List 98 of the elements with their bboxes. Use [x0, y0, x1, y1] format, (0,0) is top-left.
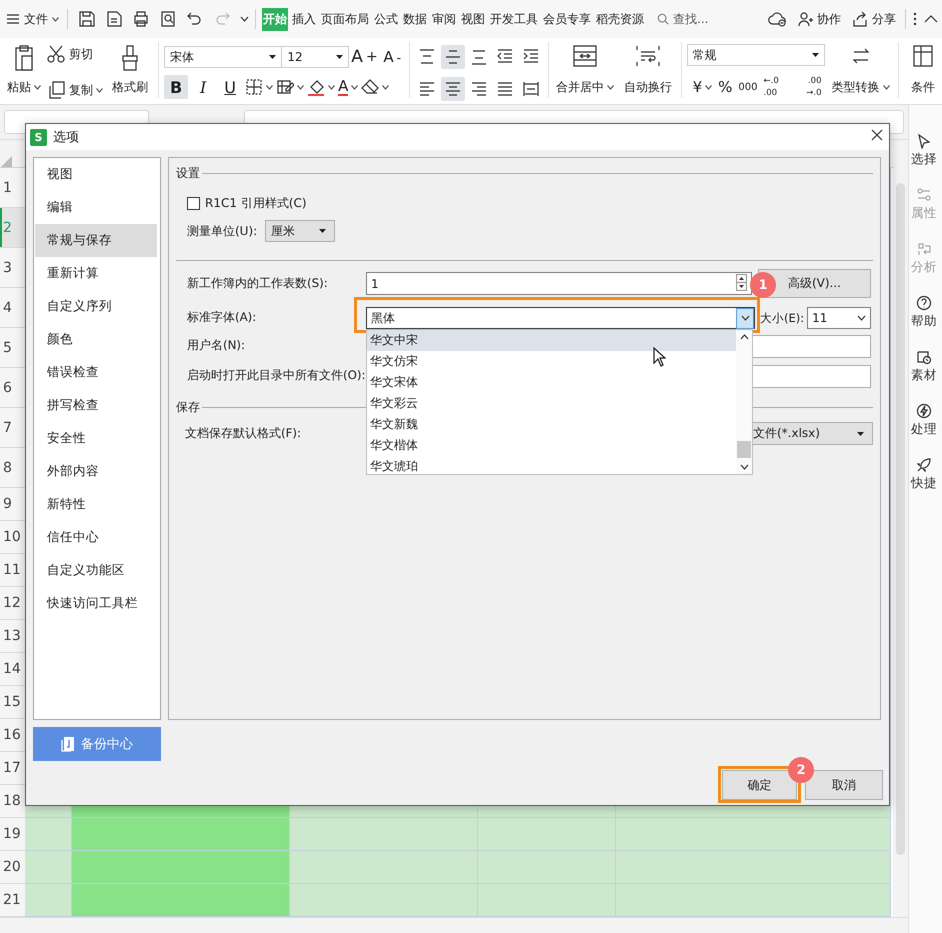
menu-tab[interactable]: 插入 — [291, 8, 317, 30]
file-menu[interactable]: 文件 — [4, 8, 61, 30]
row-header[interactable]: 20 — [0, 851, 25, 884]
side-panel-item[interactable]: 选择 — [911, 133, 937, 168]
field-label: 大小(E): — [760, 310, 804, 326]
field-label: 用户名(N): — [187, 338, 246, 354]
decrease-decimal-button[interactable]: .00 →.0 — [796, 76, 822, 98]
font-combo[interactable]: 黑体 — [366, 307, 755, 329]
font-option[interactable]: 华文琥珀 — [367, 456, 736, 477]
row-header[interactable]: 14 — [0, 653, 25, 686]
italic-button[interactable]: I — [191, 75, 216, 99]
nav-item[interactable]: 视图 — [35, 158, 157, 191]
underline-button[interactable]: U — [218, 75, 242, 99]
nav-item[interactable]: 新特性 — [35, 488, 157, 521]
field-label: 新工作簿内的工作表数(S): — [187, 276, 329, 292]
unit-select[interactable]: 厘米 — [265, 220, 336, 242]
dialog-title: 选项 — [53, 129, 79, 146]
increase-decimal-button[interactable]: ←.0 .00 — [764, 76, 790, 98]
row-header[interactable]: 1 — [0, 168, 25, 208]
row-header[interactable]: 16 — [0, 719, 25, 752]
nav-item[interactable]: 拼写检查 — [35, 389, 157, 422]
row-header[interactable]: 19 — [0, 818, 25, 851]
nav-item[interactable]: 编辑 — [35, 191, 157, 224]
row-header[interactable]: 7 — [0, 408, 25, 448]
step-badge: 2 — [788, 757, 814, 783]
wrap-text-button[interactable]: 自动换行 — [620, 42, 676, 100]
nav-item[interactable]: 常规与保存 — [35, 224, 157, 257]
font-option[interactable]: 华文中宋 — [367, 330, 736, 351]
conditional-format-button[interactable]: 条件 — [904, 42, 942, 100]
collaborate-button[interactable]: 协作 — [795, 8, 843, 30]
currency-button[interactable]: ¥ — [692, 78, 712, 96]
menu-tab[interactable]: 公式 — [373, 8, 399, 30]
row-header[interactable]: 15 — [0, 686, 25, 719]
thousands-button[interactable]: 000 — [738, 82, 758, 92]
cut-button[interactable]: 剪切 — [46, 44, 108, 64]
menu-tab[interactable]: 开发工具 — [489, 8, 539, 30]
menu-tab[interactable]: 审阅 — [431, 8, 457, 30]
font-option[interactable]: 华文彩云 — [367, 393, 736, 414]
font-select[interactable]: 宋体 — [164, 46, 282, 68]
copy-button[interactable]: 复制 — [46, 80, 108, 100]
row-header[interactable]: 6 — [0, 368, 25, 408]
row-header[interactable]: 5 — [0, 328, 25, 368]
row-header[interactable]: 18 — [0, 785, 25, 818]
nav-item[interactable]: 信任中心 — [35, 521, 157, 554]
nav-item[interactable]: 外部内容 — [35, 455, 157, 488]
row-header[interactable]: 17 — [0, 752, 25, 785]
size-select[interactable]: 11 — [807, 307, 871, 329]
bold-button[interactable]: B — [164, 75, 188, 99]
format-painter-button[interactable]: 格式刷 — [107, 42, 154, 100]
menu-tab[interactable]: 稻壳资源 — [595, 8, 645, 30]
nav-item[interactable]: 安全性 — [35, 422, 157, 455]
field-label: 文档保存默认格式(F): — [185, 426, 302, 442]
number-format-select[interactable]: 常规 — [686, 44, 825, 66]
font-size-select[interactable]: 12 — [281, 46, 348, 68]
number-field[interactable]: 1 — [366, 272, 752, 295]
merge-center-button[interactable]: 合并居中 — [554, 42, 616, 100]
font-option[interactable]: 华文新魏 — [367, 414, 736, 435]
cancel-button[interactable]: 取消 — [805, 770, 883, 800]
section-heading: 设置 — [176, 164, 200, 182]
row-header[interactable]: 8 — [0, 448, 25, 488]
nav-item[interactable]: 颜色 — [35, 323, 157, 356]
nav-item[interactable]: 错误检查 — [35, 356, 157, 389]
ok-button[interactable]: 确定 — [722, 770, 797, 800]
row-header[interactable]: 3 — [0, 248, 25, 288]
percent-button[interactable]: % — [718, 78, 732, 96]
row-header[interactable]: 12 — [0, 587, 25, 620]
row-header[interactable]: 9 — [0, 488, 25, 521]
side-panel-item[interactable]: 素材 — [911, 349, 937, 384]
field-label: 标准字体(A): — [187, 310, 258, 326]
row-header[interactable]: 21 — [0, 884, 25, 917]
share-button[interactable]: 分享 — [850, 8, 898, 30]
nav-item[interactable]: 自定义序列 — [35, 290, 157, 323]
nav-item[interactable]: 重新计算 — [35, 257, 157, 290]
search-field[interactable]: 查找... — [657, 12, 733, 26]
paste-button[interactable]: 粘贴 — [4, 42, 44, 100]
field-label: 启动时打开此目录中所有文件(O): — [187, 368, 366, 384]
app-logo: S — [30, 128, 47, 146]
menu-tab[interactable]: 会员专享 — [542, 8, 592, 30]
side-panel-item[interactable]: 处理 — [911, 403, 937, 438]
menu-tab[interactable]: 视图 — [460, 8, 486, 30]
font-color-button[interactable]: A — [338, 78, 358, 96]
side-panel-item[interactable]: 帮助 — [911, 295, 937, 330]
type-convert-button[interactable]: 类型转换 — [828, 42, 893, 100]
row-header[interactable]: 10 — [0, 521, 25, 554]
side-panel-item[interactable]: 快捷 — [911, 457, 937, 492]
row-header[interactable]: 13 — [0, 620, 25, 653]
nav-item[interactable]: 快速访问工具栏 — [35, 587, 157, 620]
font-option[interactable]: 华文宋体 — [367, 372, 736, 393]
field-label: 测量单位(U): — [187, 222, 258, 240]
font-option[interactable]: 华文楷体 — [367, 435, 736, 456]
menu-tab[interactable]: 页面布局 — [320, 8, 370, 30]
menu-tab[interactable]: 数据 — [402, 8, 428, 30]
section-heading: 保存 — [176, 398, 200, 416]
font-option[interactable]: 华文仿宋 — [367, 351, 736, 372]
checkbox-label: R1C1 引用样式(C) — [205, 194, 307, 212]
row-header[interactable]: 11 — [0, 554, 25, 587]
nav-item[interactable]: 自定义功能区 — [35, 554, 157, 587]
row-header[interactable]: 4 — [0, 288, 25, 328]
